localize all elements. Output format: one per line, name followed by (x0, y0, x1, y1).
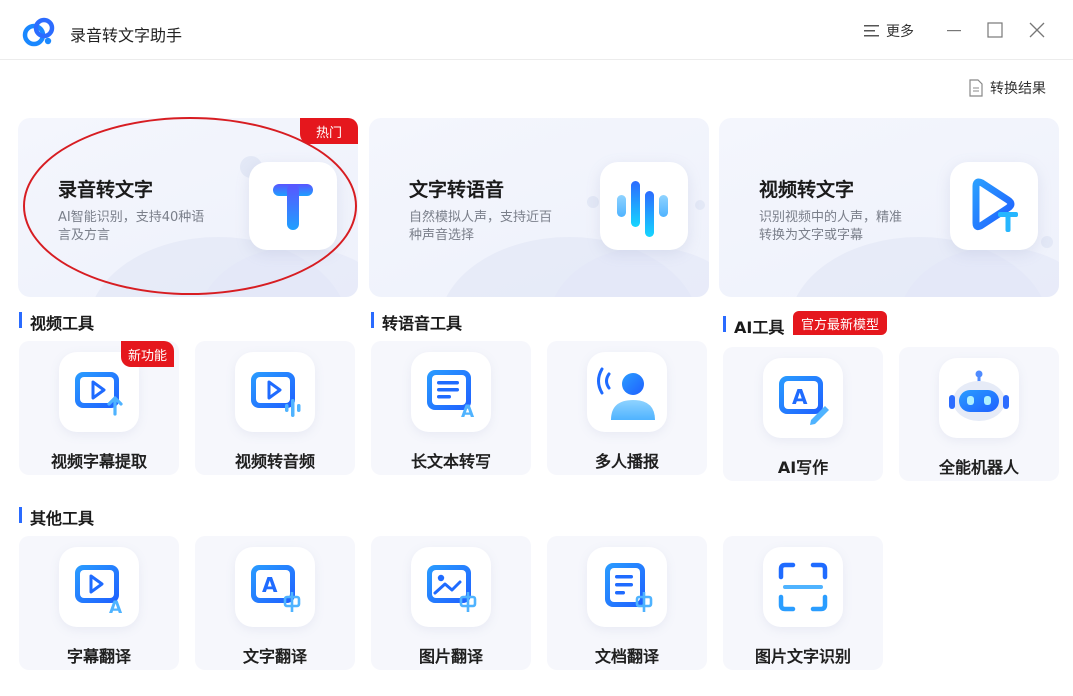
sound-wave-icon (600, 162, 688, 250)
tool-label: 文档翻译 (594, 647, 659, 666)
video-to-audio-icon (235, 352, 315, 432)
tool-label: 图片翻译 (418, 647, 483, 666)
subtitle-translate-icon: A (59, 547, 139, 627)
new-model-badge: 官方最新模型 (793, 311, 888, 335)
tool-multi-speaker[interactable]: 多人播报 (547, 341, 707, 475)
maximize-button[interactable] (983, 18, 1007, 42)
hero-card-video-to-text[interactable]: 视频转文字 识别视频中的人声，精准转换为文字或字幕 (719, 118, 1059, 297)
video-to-text-icon (950, 162, 1038, 250)
minimize-button[interactable] (942, 18, 966, 42)
tool-long-text[interactable]: A 长文本转写 (371, 341, 531, 475)
app-logo-icon (22, 17, 55, 47)
text-t-icon (249, 162, 337, 250)
hero-title: 录音转文字 (58, 179, 154, 201)
hero-description: AI智能识别，支持40种语言及方言 (58, 210, 205, 243)
maximize-icon (987, 22, 1003, 38)
tool-document-translate[interactable]: 文档翻译 (547, 536, 707, 670)
ai-writing-icon: A (763, 358, 843, 438)
ocr-scan-icon (763, 547, 843, 627)
more-label: 更多 (886, 24, 914, 40)
robot-icon (939, 358, 1019, 438)
close-button[interactable] (1025, 18, 1049, 42)
close-icon (1029, 22, 1045, 38)
tool-image-translate[interactable]: 图片翻译 (371, 536, 531, 670)
tool-label: 视频字幕提取 (50, 452, 147, 471)
hero-title: 视频转文字 (759, 179, 855, 201)
title-bar: 录音转文字助手 更多 (0, 0, 1073, 60)
svg-text:A: A (262, 573, 278, 597)
tool-label: 长文本转写 (410, 452, 491, 471)
more-menu-button[interactable]: 更多 (864, 20, 914, 42)
document-translate-icon (587, 547, 667, 627)
tool-text-translate[interactable]: A 文字翻译 (195, 536, 355, 670)
document-icon (969, 79, 983, 97)
svg-text:A: A (461, 402, 475, 420)
section-ai-tools: AI工具 (723, 314, 784, 338)
tool-label: 字幕翻译 (66, 647, 131, 666)
tool-ai-writing[interactable]: A AI写作 (723, 347, 883, 481)
hero-title: 文字转语音 (409, 179, 505, 201)
svg-text:A: A (792, 385, 808, 409)
hero-description: 自然模拟人声，支持近百种声音选择 (409, 210, 553, 243)
text-translate-icon: A (235, 547, 315, 627)
tool-label: 全能机器人 (938, 458, 1019, 477)
hero-card-audio-to-text[interactable]: 录音转文字 AI智能识别，支持40种语言及方言 (18, 118, 358, 297)
conversion-results-label: 转换结果 (990, 81, 1046, 97)
tool-ocr[interactable]: 图片文字识别 (723, 536, 883, 670)
hero-description: 识别视频中的人声，精准转换为文字或字幕 (759, 210, 903, 243)
section-other-tools: 其他工具 (19, 505, 94, 529)
section-video-tools: 视频工具 (19, 310, 94, 334)
section-voice-tools: 转语音工具 (371, 310, 462, 334)
tool-label: 图片文字识别 (754, 647, 851, 666)
tool-label: AI写作 (777, 458, 829, 477)
hero-card-text-to-speech[interactable]: 文字转语音 自然模拟人声，支持近百种声音选择 (369, 118, 709, 297)
image-translate-icon (411, 547, 491, 627)
svg-text:A: A (109, 598, 123, 615)
conversion-results-button[interactable]: 转换结果 (968, 78, 1046, 98)
tool-label: 视频转音频 (234, 452, 315, 471)
tool-label: 文字翻译 (242, 647, 307, 666)
tool-label: 多人播报 (594, 452, 659, 471)
minimize-icon (947, 30, 961, 32)
long-text-icon: A (411, 352, 491, 432)
menu-lines-icon (864, 25, 879, 37)
hot-badge: 热门 (300, 118, 358, 144)
tool-robot[interactable]: 全能机器人 (899, 347, 1059, 481)
tool-video-to-audio[interactable]: 视频转音频 (195, 341, 355, 475)
new-feature-badge: 新功能 (121, 341, 175, 367)
tool-subtitle-translate[interactable]: A 字幕翻译 (19, 536, 179, 670)
multi-speaker-icon (587, 352, 667, 432)
app-title: 录音转文字助手 (70, 26, 183, 45)
